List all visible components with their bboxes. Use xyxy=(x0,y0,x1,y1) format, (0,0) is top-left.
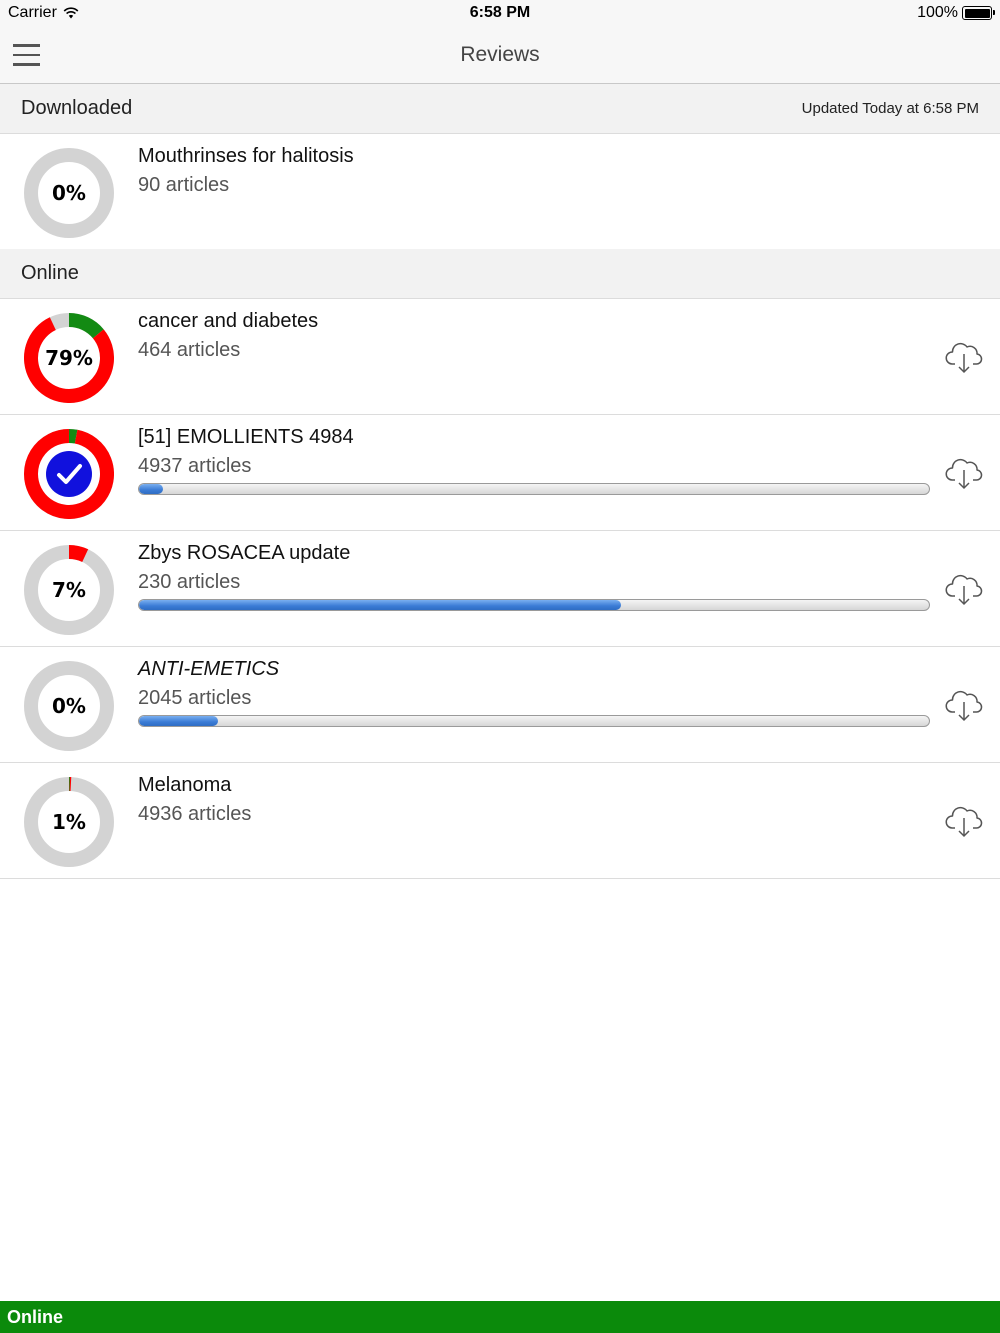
cloud-download-icon[interactable] xyxy=(944,569,984,609)
battery-indicator: 100% xyxy=(917,4,995,22)
battery-percent: 100% xyxy=(917,4,958,21)
review-title: cancer and diabetes xyxy=(138,310,319,332)
progress-percent: 1% xyxy=(52,810,86,834)
progress-ring xyxy=(24,429,114,519)
checkmark-badge xyxy=(46,451,92,497)
review-title: Melanoma xyxy=(138,774,232,796)
download-progress-fill xyxy=(139,716,218,726)
article-count: 4937 articles xyxy=(138,455,252,477)
article-count: 4936 articles xyxy=(138,803,252,825)
review-row-melanoma[interactable]: 1% Melanoma 4936 articles xyxy=(0,763,1000,879)
navigation-bar: Reviews xyxy=(0,28,1000,84)
download-progress-bar xyxy=(138,599,930,611)
ring-green-segment xyxy=(68,429,78,444)
download-progress-bar xyxy=(138,483,930,495)
article-count: 464 articles xyxy=(138,339,241,361)
cloud-download-icon[interactable] xyxy=(944,453,984,493)
review-row-mouthrinses[interactable]: 0% Mouthrinses for halitosis 90 articles xyxy=(0,134,1000,250)
clock: 6:58 PM xyxy=(469,4,531,21)
progress-percent: 0% xyxy=(52,694,86,718)
article-count: 230 articles xyxy=(138,571,241,593)
progress-percent: 7% xyxy=(52,578,86,602)
article-count: 90 articles xyxy=(138,174,230,196)
cloud-download-icon[interactable] xyxy=(944,801,984,841)
connection-status-label: Online xyxy=(7,1307,64,1327)
download-progress-bar xyxy=(138,715,930,727)
review-title: [51] EMOLLIENTS 4984 xyxy=(138,426,354,448)
cloud-download-icon[interactable] xyxy=(944,685,984,725)
article-count: 2045 articles xyxy=(138,687,252,709)
section-title: Downloaded xyxy=(21,97,133,119)
status-bar: Carrier 6:58 PM 100% xyxy=(0,0,1000,28)
review-title: Zbys ROSACEA update xyxy=(138,542,351,564)
progress-percent: 79% xyxy=(45,346,93,370)
cloud-download-icon[interactable] xyxy=(944,337,984,377)
battery-icon xyxy=(962,6,995,20)
page-title: Reviews xyxy=(460,43,540,66)
review-row-anti-emetics[interactable]: 0% ANTI-EMETICS 2045 articles xyxy=(0,647,1000,763)
review-title: ANTI-EMETICS xyxy=(138,658,280,680)
review-row-emollients[interactable]: [51] EMOLLIENTS 4984 4937 articles xyxy=(0,415,1000,531)
section-header-online: Online xyxy=(0,249,1000,299)
review-row-rosacea[interactable]: 7% Zbys ROSACEA update 230 articles xyxy=(0,531,1000,647)
review-title: Mouthrinses for halitosis xyxy=(138,145,354,167)
download-progress-fill xyxy=(139,484,163,494)
section-header-downloaded: Downloaded Updated Today at 6:58 PM xyxy=(0,84,1000,134)
review-row-cancer-diabetes[interactable]: 79% cancer and diabetes 464 articles xyxy=(0,299,1000,415)
connection-status-bar: Online xyxy=(0,1301,1000,1333)
progress-percent: 0% xyxy=(52,181,86,205)
download-progress-fill xyxy=(139,600,621,610)
section-title: Online xyxy=(21,262,79,284)
updated-timestamp: Updated Today at 6:58 PM xyxy=(801,100,979,117)
